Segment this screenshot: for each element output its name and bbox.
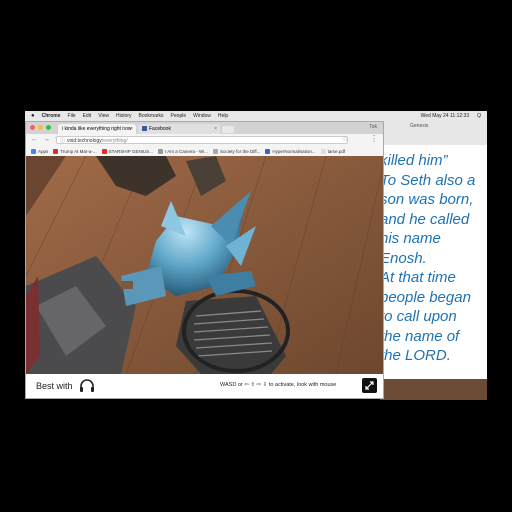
verse-line: and he called	[380, 210, 470, 228]
clock[interactable]: Wed May 24 11:12:33	[421, 113, 469, 119]
verse-line: At that time	[380, 269, 456, 286]
url-path: /everything/	[101, 138, 128, 144]
scene-render[interactable]	[26, 156, 383, 374]
minimize-icon[interactable]	[38, 125, 43, 130]
apple-icon[interactable]: ●	[31, 113, 35, 119]
fullscreen-button[interactable]	[362, 378, 377, 393]
menu-window[interactable]: Window	[193, 113, 211, 119]
side-document-window: Genesis killed him” To Seth also a son w…	[380, 121, 487, 379]
side-window-tab[interactable]: Genesis	[410, 123, 428, 129]
tab-close-icon[interactable]: ×	[130, 124, 133, 134]
figure-detail	[121, 281, 133, 289]
menu-view[interactable]: View	[98, 113, 109, 119]
verse-line: the LORD.	[380, 347, 451, 364]
spotlight-icon[interactable]: Q	[477, 113, 481, 119]
menu-people[interactable]: People	[171, 113, 187, 119]
window-controls	[30, 125, 51, 130]
verse-line: To Seth also a	[380, 171, 476, 189]
url-host: void.technology	[67, 138, 102, 144]
bookmark-label: HyperNormalisation...	[272, 148, 316, 154]
zoom-icon[interactable]	[46, 125, 51, 130]
background-photo-strip	[380, 379, 487, 400]
menu-history[interactable]: History	[116, 113, 132, 119]
verse-text: killed him” To Seth also a son was born,…	[380, 151, 490, 366]
close-icon[interactable]	[30, 125, 35, 130]
app-menu[interactable]: Chrome	[42, 113, 61, 119]
bookmark-item[interactable]: I Am a Camera - Wi...	[157, 148, 208, 154]
verse-line: son was born,	[380, 191, 474, 208]
best-with-label: Best with	[36, 381, 73, 391]
chrome-menu-icon[interactable]: ⋮	[370, 134, 378, 143]
browser-window: i kinda like everything right now × Face…	[25, 121, 384, 399]
bookmark-label: Apps	[38, 148, 49, 154]
tab-title: i kinda like everything right now	[62, 126, 132, 132]
verse-line: people began	[380, 288, 471, 306]
side-window-titlebar: Genesis	[380, 121, 487, 145]
menu-help[interactable]: Help	[218, 113, 228, 119]
headphones-icon	[79, 379, 94, 392]
profile-button[interactable]: Tok	[369, 124, 377, 130]
site-icon	[212, 148, 218, 154]
bookmark-item[interactable]: HyperNormalisation...	[265, 148, 316, 154]
back-icon[interactable]: ←	[31, 136, 38, 144]
bookmark-item[interactable]: Trump At Mar-a-...	[53, 148, 97, 154]
youtube-icon	[101, 148, 107, 154]
verse-line: the name of	[380, 327, 460, 345]
browser-toolbar: ← → ↻ ⓘ void.technology/everything/ ☆ ⋮	[26, 134, 383, 146]
bookmark-label: STARSHIP GENIUS...	[108, 148, 153, 154]
wikipedia-icon	[157, 148, 163, 154]
menu-edit[interactable]: Edit	[83, 113, 92, 119]
bookmark-item[interactable]: tarse.pdf	[320, 148, 346, 154]
menu-bookmarks[interactable]: Bookmarks	[139, 113, 164, 119]
menu-file[interactable]: File	[68, 113, 76, 119]
webgl-scene[interactable]	[26, 156, 383, 374]
bookmark-label: Trump At Mar-a-...	[60, 148, 97, 154]
address-bar[interactable]: ⓘ void.technology/everything/	[56, 136, 348, 144]
pdf-icon	[320, 148, 326, 154]
apps-grid-icon	[31, 148, 36, 154]
verse-line: his name	[380, 230, 441, 247]
info-icon[interactable]: ⓘ	[60, 137, 65, 145]
menu-bar: ● Chrome File Edit View History Bookmark…	[25, 111, 487, 121]
tab-active[interactable]: i kinda like everything right now ×	[58, 124, 136, 134]
bookmark-apps[interactable]: Apps	[31, 148, 49, 154]
tab-facebook[interactable]: Facebook ×	[138, 124, 220, 134]
bookmark-item[interactable]: Society for the Diff...	[212, 148, 261, 154]
site-icon	[265, 148, 271, 154]
tab-strip: i kinda like everything right now × Face…	[26, 122, 383, 134]
controls-hint: WASD or ⇦ ⇧ ⇨ ⇩ to activate, look with m…	[220, 382, 337, 388]
facebook-icon	[142, 126, 147, 132]
bookmark-label: I Am a Camera - Wi...	[164, 148, 208, 154]
bookmark-label: tarse.pdf	[327, 148, 346, 154]
bookmark-star-icon[interactable]: ☆	[342, 135, 348, 143]
tab-title: Facebook	[149, 126, 171, 132]
verse-line: to call upon	[380, 308, 457, 325]
verse-line: Enosh.	[380, 249, 427, 267]
forward-icon[interactable]: →	[43, 136, 50, 144]
verse-line: killed him”	[380, 152, 448, 169]
bookmark-item[interactable]: STARSHIP GENIUS...	[101, 148, 153, 154]
bookmark-label: Society for the Diff...	[219, 148, 261, 154]
scene-footer: Best with WASD or ⇦ ⇧ ⇨ ⇩ to activate, l…	[26, 374, 383, 398]
site-icon	[53, 148, 59, 154]
new-tab-button[interactable]	[222, 126, 234, 133]
expand-icon	[365, 381, 374, 390]
tab-close-icon[interactable]: ×	[214, 124, 217, 134]
